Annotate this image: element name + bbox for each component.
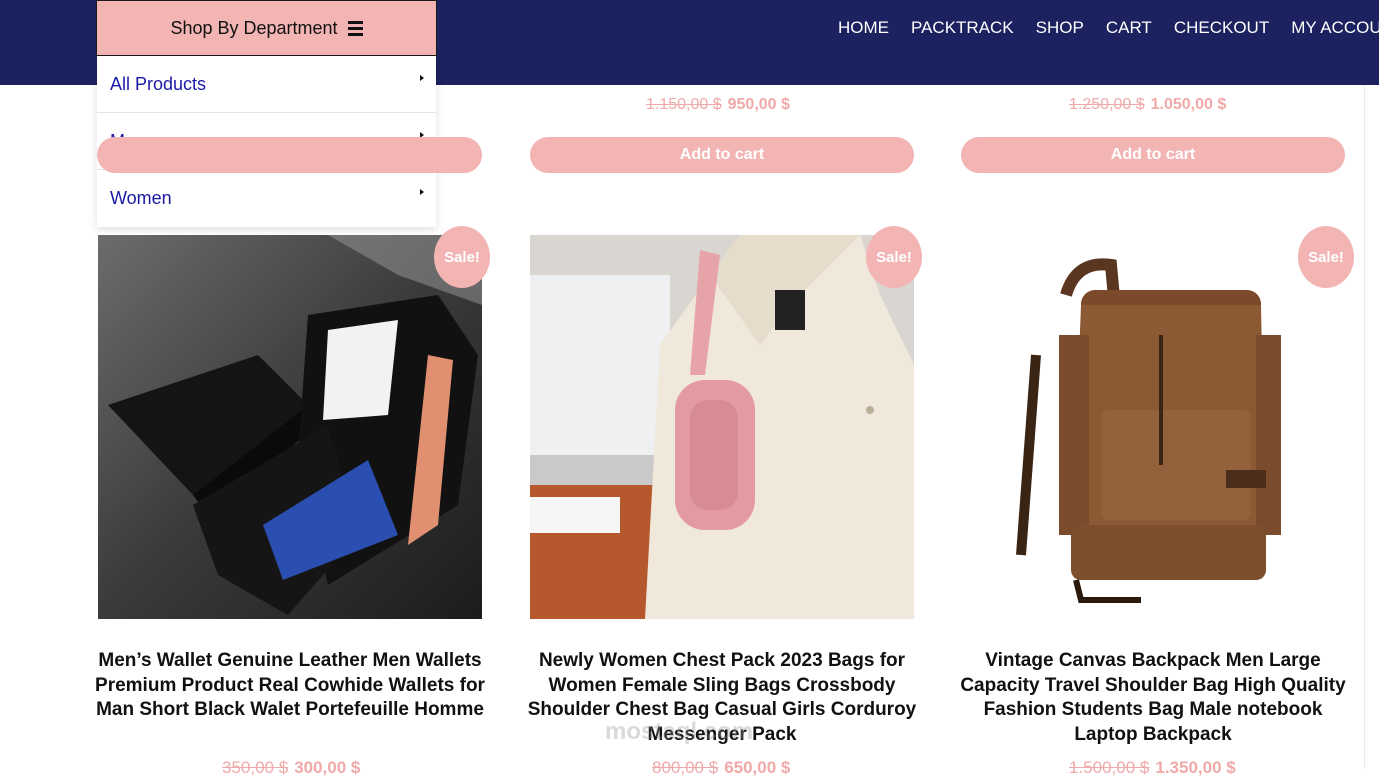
sale-price: 1.350,00 $ [1155, 758, 1236, 777]
old-price: 800,00 $ [652, 758, 719, 777]
main-nav: HOME PACKTRACK SHOP CART CHECKOUT MY ACC… [838, 18, 1379, 38]
nav-home[interactable]: HOME [838, 18, 889, 38]
nav-cart[interactable]: CART [1106, 18, 1152, 38]
sale-badge-label: Sale! [876, 248, 912, 266]
nav-packtrack[interactable]: PACKTRACK [911, 18, 1014, 38]
nav-shop[interactable]: SHOP [1036, 18, 1084, 38]
product-title[interactable]: Vintage Canvas Backpack Men Large Capaci… [953, 649, 1353, 747]
product-price: 800,00 $ 650,00 $ [652, 758, 790, 778]
old-price: 350,00 $ [222, 758, 289, 777]
product-price: 1.250,00 $ 1.050,00 $ [1069, 96, 1226, 114]
caret-right-icon [420, 75, 424, 81]
sale-price: 300,00 $ [294, 758, 361, 777]
caret-right-icon [420, 189, 424, 195]
hamburger-icon [347, 20, 363, 36]
menu-item-label: All Products [110, 73, 207, 94]
sale-price: 1.050,00 $ [1150, 96, 1227, 113]
sale-badge: Sale! [434, 226, 490, 288]
watermark: mostaql.com [605, 718, 754, 745]
product-image-backpack[interactable] [961, 235, 1345, 619]
add-to-cart-button[interactable]: Add to cart [97, 137, 482, 173]
add-to-cart-label: Add to cart [1110, 146, 1196, 163]
sale-price: 650,00 $ [724, 758, 791, 777]
product-title[interactable]: Men’s Wallet Genuine Leather Men Wallets… [90, 649, 490, 723]
menu-item-label: Women [110, 188, 172, 208]
old-price: 1.150,00 $ [646, 96, 722, 113]
product-card[interactable] [961, 235, 1345, 619]
menu-item-all-products[interactable]: All Products [97, 56, 436, 113]
old-price: 1.500,00 $ [1069, 758, 1150, 777]
content-border [1364, 85, 1365, 769]
department-label: Shop By Department [170, 17, 338, 38]
add-to-cart-button[interactable]: Add to cart [530, 137, 914, 173]
add-to-cart-label: Add to cart [679, 146, 765, 163]
sale-badge-label: Sale! [444, 248, 480, 266]
nav-checkout[interactable]: CHECKOUT [1174, 18, 1269, 38]
product-price: 350,00 $ 300,00 $ [222, 758, 360, 778]
product-card[interactable] [530, 235, 914, 619]
product-price: 1.500,00 $ 1.350,00 $ [1069, 758, 1236, 778]
product-price: 1.150,00 $ 950,00 $ [646, 96, 790, 114]
product-image-chest-bag[interactable] [530, 235, 914, 619]
sale-badge: Sale! [1298, 226, 1354, 288]
old-price: 1.250,00 $ [1069, 96, 1145, 113]
product-image-wallet[interactable] [98, 235, 482, 619]
product-card[interactable] [98, 235, 482, 619]
sale-badge-label: Sale! [1308, 248, 1344, 266]
nav-my-account[interactable]: MY ACCOU [1291, 18, 1379, 38]
menu-item-women[interactable]: Women [97, 170, 436, 227]
shop-by-department-button[interactable]: Shop By Department [96, 0, 437, 56]
sale-badge: Sale! [866, 226, 922, 288]
sale-price: 950,00 $ [727, 96, 790, 113]
add-to-cart-button[interactable]: Add to cart [961, 137, 1345, 173]
